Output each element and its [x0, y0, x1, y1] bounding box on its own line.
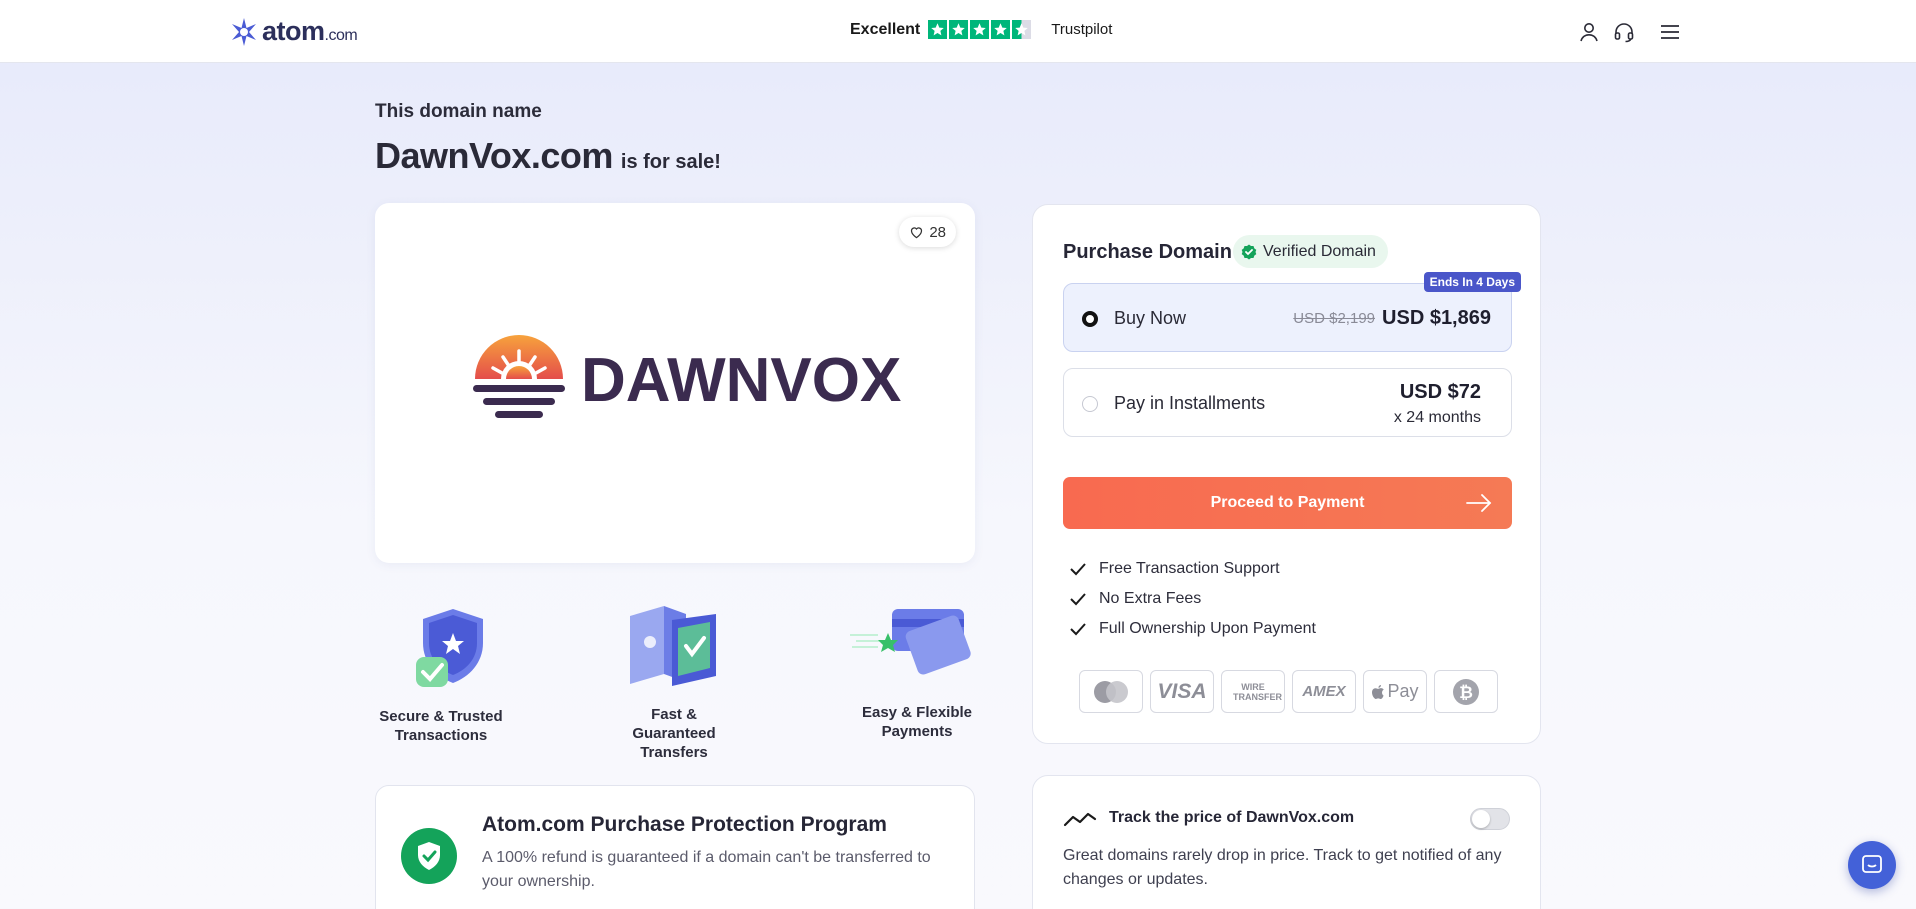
- protection-badge: [401, 828, 457, 884]
- feature-flexible-line2: Payments: [881, 723, 953, 740]
- buy-now-radio[interactable]: [1082, 311, 1098, 327]
- benefit-label: Full Ownership Upon Payment: [1099, 620, 1316, 637]
- verified-label: Verified Domain: [1263, 242, 1376, 260]
- feature-secure-line1: Secure & Trusted: [379, 708, 503, 725]
- installment-price: USD $72: [1399, 381, 1481, 403]
- buy-now-label: Buy Now: [1114, 308, 1187, 328]
- protection-text: A 100% refund is guaranteed if a domain …: [482, 849, 931, 890]
- star-icon: [970, 20, 990, 39]
- installments-option[interactable]: Pay in Installments USD $72 x 24 months: [1063, 368, 1512, 437]
- user-icon[interactable]: [1577, 20, 1601, 44]
- amex-icon: AMEX: [1292, 670, 1356, 713]
- trustpilot-rating-text: Excellent: [850, 20, 921, 38]
- brand-logo: DAWNVOX: [473, 333, 901, 427]
- benefit-item: Free Transaction Support: [1069, 560, 1280, 578]
- trustpilot-widget[interactable]: Excellent Trustpilot: [850, 20, 1112, 39]
- page-title: DawnVox.com is for sale!: [375, 135, 721, 177]
- protection-program-card: Atom.com Purchase Protection Program A 1…: [375, 785, 975, 909]
- atom-star-icon: [232, 17, 256, 46]
- trustpilot-name: Trustpilot: [1051, 21, 1113, 38]
- feature-fast: Fast & Guaranteed Transfers: [608, 705, 740, 762]
- verified-check-icon: [1241, 244, 1257, 259]
- heart-icon: [911, 227, 923, 239]
- purchase-card: Purchase Domain Verified Domain Buy Now …: [1032, 204, 1541, 744]
- track-description: Great domains rarely drop in price. Trac…: [1063, 847, 1502, 888]
- svg-text:₿: ₿: [1459, 683, 1473, 703]
- shield-check-icon: [418, 842, 440, 870]
- payment-methods: VISA WIRE TRANSFER AMEX Pay ₿: [1079, 670, 1498, 713]
- benefit-label: No Extra Fees: [1099, 590, 1202, 607]
- feature-fast-line1: Fast & Guaranteed: [632, 706, 716, 742]
- bitcoin-icon: ₿: [1434, 670, 1498, 713]
- installments-radio[interactable]: [1082, 396, 1098, 412]
- benefit-label: Free Transaction Support: [1099, 560, 1280, 577]
- star-icon: [949, 20, 969, 39]
- apple-pay-icon: Pay: [1363, 670, 1427, 713]
- original-price: USD $2,199: [1293, 310, 1375, 327]
- benefit-item: No Extra Fees: [1069, 590, 1201, 608]
- brand-wordmark: DAWNVOX: [581, 345, 902, 415]
- hero-kicker: This domain name: [375, 101, 542, 122]
- trend-line-icon: [1063, 812, 1097, 827]
- track-price-toggle[interactable]: [1470, 808, 1510, 830]
- star-icon: [928, 20, 948, 39]
- check-icon: [1070, 593, 1086, 606]
- trustpilot-stars: [928, 20, 1032, 39]
- wire-transfer-icon: WIRE TRANSFER: [1221, 670, 1285, 713]
- feature-flexible-line1: Easy & Flexible: [861, 704, 973, 721]
- track-title: Track the price of DawnVox.com: [1109, 809, 1355, 826]
- visa-icon: VISA: [1150, 670, 1214, 713]
- buy-now-price: USD $1,869: [1382, 307, 1491, 329]
- logo-wordmark: atom.com: [262, 16, 358, 46]
- domain-name: DawnVox.com: [375, 135, 613, 176]
- protection-title: Atom.com Purchase Protection Program: [482, 813, 887, 836]
- feature-flexible: Easy & Flexible Payments: [851, 703, 983, 741]
- chat-launcher-button[interactable]: [1848, 841, 1896, 889]
- arrow-right-icon: [1466, 494, 1492, 512]
- domain-logo-card: 28 DAWNVOX: [375, 203, 975, 563]
- installments-label: Pay in Installments: [1114, 393, 1266, 413]
- feature-fast-line2: Transfers: [640, 744, 708, 761]
- ends-badge: Ends In 4 Days: [1423, 272, 1521, 292]
- price-tracker-card: Track the price of DawnVox.com Great dom…: [1032, 775, 1541, 909]
- star-icon: [991, 20, 1011, 39]
- purchase-title: Purchase Domain: [1063, 241, 1232, 263]
- like-count: 28: [929, 223, 946, 241]
- transfer-folder-icon: [630, 606, 716, 686]
- check-icon: [1070, 623, 1086, 636]
- top-nav: atom.com Excellent Trustpilot: [0, 0, 1916, 63]
- feature-secure: Secure & Trusted Transactions: [375, 707, 507, 745]
- payment-cards-icon: [850, 609, 971, 675]
- feature-secure-line2: Transactions: [394, 727, 488, 744]
- menu-icon[interactable]: [1658, 20, 1682, 44]
- installment-term: x 24 months: [1393, 409, 1481, 426]
- sunrise-icon: [473, 335, 565, 418]
- check-icon: [1070, 563, 1086, 576]
- half-star-icon: [1012, 20, 1032, 39]
- atom-logo[interactable]: atom.com: [229, 16, 358, 47]
- mastercard-icon: [1079, 670, 1143, 713]
- for-sale-label: is for sale!: [620, 151, 721, 173]
- benefit-item: Full Ownership Upon Payment: [1069, 620, 1316, 638]
- proceed-label: Proceed to Payment: [1210, 494, 1365, 511]
- shield-check-icon: [416, 609, 483, 687]
- toggle-knob: [1472, 810, 1490, 828]
- like-button[interactable]: 28: [899, 217, 956, 247]
- chat-icon: [1862, 855, 1882, 873]
- verified-badge: Verified Domain: [1233, 235, 1388, 268]
- proceed-to-payment-button[interactable]: Proceed to Payment: [1063, 477, 1512, 529]
- buy-now-option[interactable]: Buy Now USD $2,199 USD $1,869 Ends In 4 …: [1063, 272, 1521, 352]
- headset-icon[interactable]: [1612, 20, 1636, 44]
